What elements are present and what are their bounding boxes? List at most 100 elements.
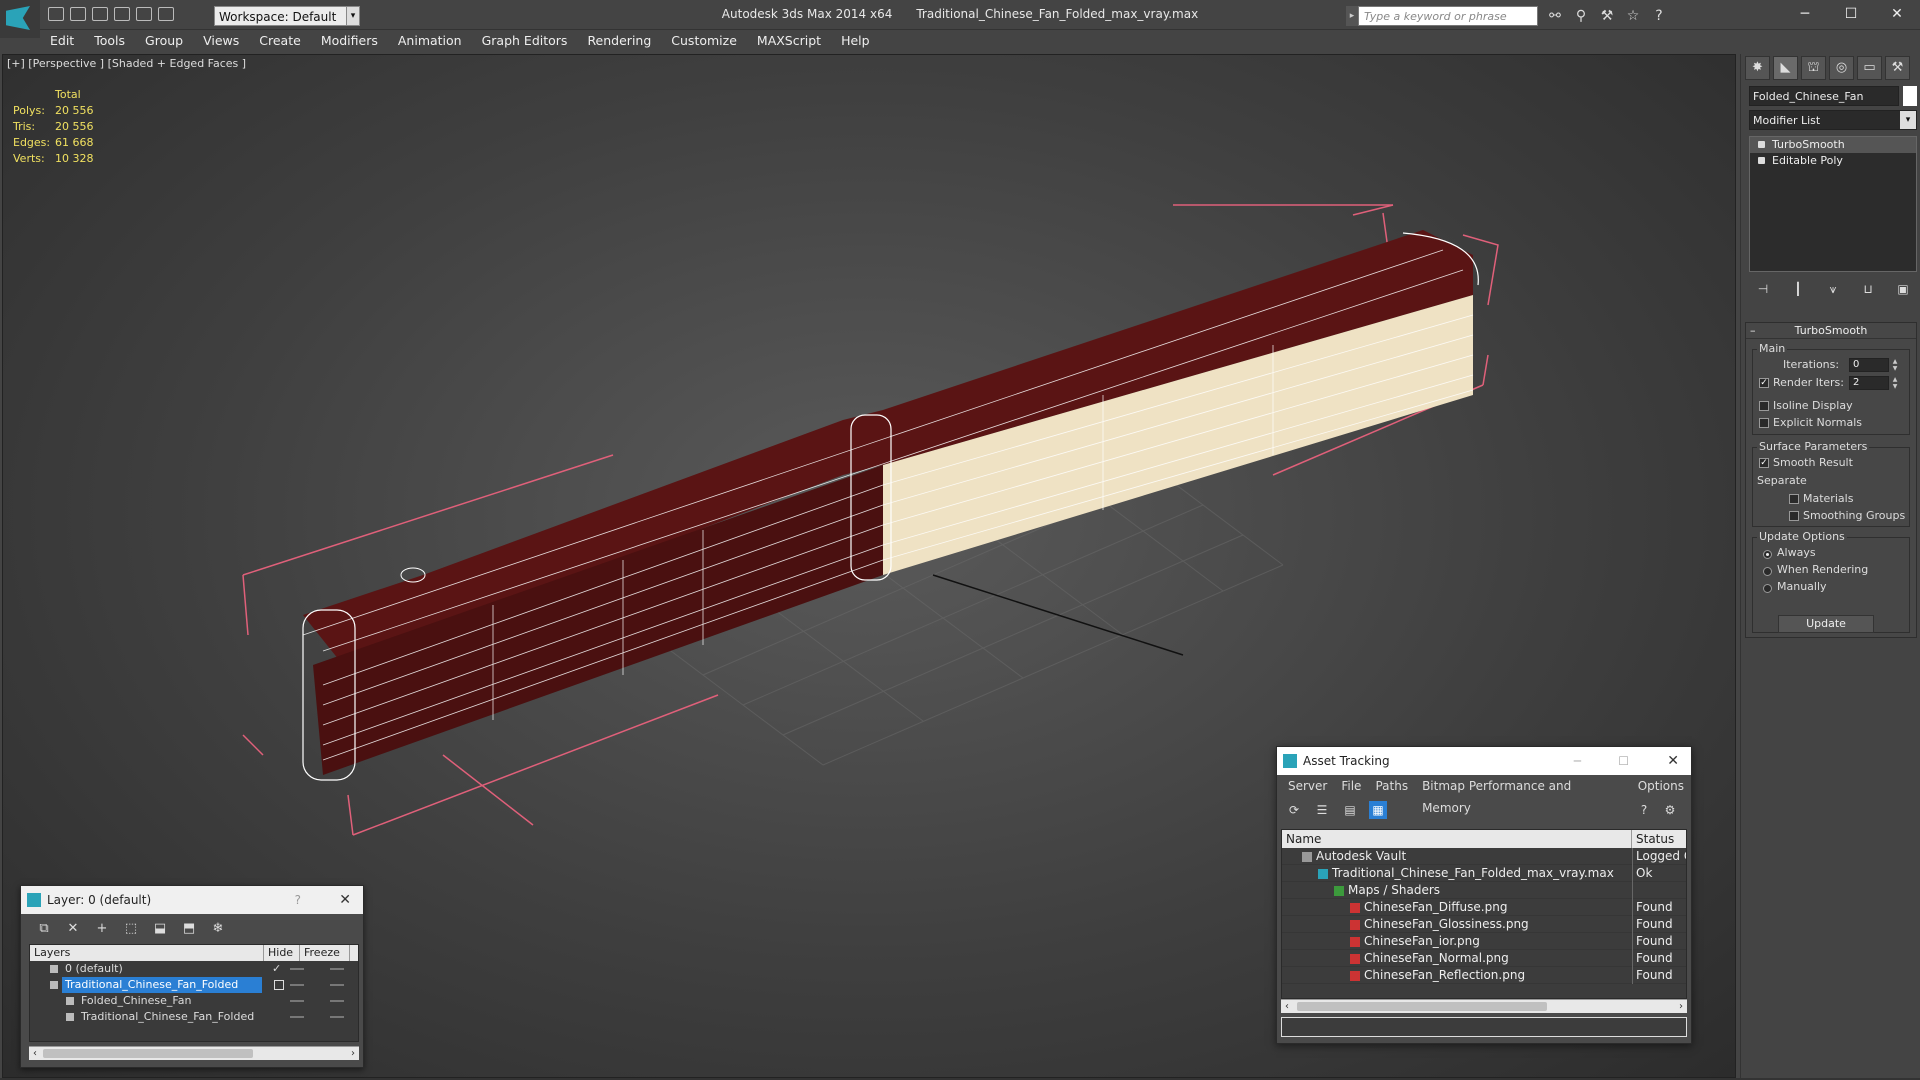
always-radio[interactable] — [1763, 550, 1772, 559]
menu-tools[interactable]: Tools — [84, 30, 135, 52]
favorites-star-icon[interactable]: ☆ — [1624, 8, 1642, 24]
manually-radio[interactable] — [1763, 584, 1772, 593]
modifier-list-dropdown[interactable]: Modifier List ▾ — [1749, 110, 1917, 130]
display-tab-icon[interactable]: ▭ — [1857, 56, 1882, 80]
close-button[interactable]: ✕ — [1874, 0, 1920, 30]
object-color-swatch[interactable] — [1903, 86, 1917, 106]
hide-toggle[interactable] — [290, 984, 304, 986]
explicit-normals-checkbox[interactable] — [1759, 418, 1769, 428]
hide-toggle[interactable] — [290, 1016, 304, 1018]
spinner-arrows-icon[interactable]: ▲ ▼ — [1891, 358, 1899, 372]
asset-horizontal-scrollbar[interactable]: ‹ › — [1281, 999, 1687, 1013]
viewport-label[interactable]: [+] [Perspective ] [Shaded + Edged Faces… — [7, 57, 246, 70]
asset-row[interactable]: ChineseFan_Glossiness.png Found — [1282, 916, 1686, 933]
menu-rendering[interactable]: Rendering — [577, 30, 661, 52]
create-layer-icon[interactable]: ⧉ — [35, 920, 53, 938]
menu-group[interactable]: Group — [135, 30, 193, 52]
menu-create[interactable]: Create — [249, 30, 311, 52]
freeze-toggle[interactable] — [330, 968, 344, 970]
asset-row[interactable]: Traditional_Chinese_Fan_Folded_max_vray.… — [1282, 865, 1686, 882]
configure-sets-icon[interactable]: ▣ — [1893, 280, 1913, 298]
lightbulb-icon[interactable] — [1758, 141, 1765, 148]
delete-layer-icon[interactable]: ✕ — [64, 920, 82, 938]
layer-dialog-title-bar[interactable]: Layer: 0 (default) ? ✕ — [21, 886, 363, 914]
asset-row[interactable]: Maps / Shaders — [1282, 882, 1686, 899]
spinner-arrows-icon[interactable]: ▲ ▼ — [1891, 376, 1899, 390]
smooth-result-checkbox[interactable]: ✓ — [1759, 458, 1769, 468]
menu-views[interactable]: Views — [193, 30, 249, 52]
layer-row[interactable]: Traditional_Chinese_Fan_Folded — [30, 977, 358, 993]
column-name[interactable]: Name — [1282, 830, 1632, 848]
utilities-tab-icon[interactable]: ⚒ — [1885, 56, 1910, 80]
render-iters-spinner[interactable]: 2 — [1849, 376, 1889, 390]
asset-row[interactable]: ChineseFan_Diffuse.png Found — [1282, 899, 1686, 916]
layer-horizontal-scrollbar[interactable]: ‹ › — [29, 1046, 359, 1060]
scroll-left-icon[interactable]: ‹ — [1281, 1000, 1293, 1014]
hide-toggle[interactable] — [290, 968, 304, 970]
maximize-icon[interactable]: ☐ — [1618, 747, 1629, 775]
scroll-thumb[interactable] — [43, 1049, 253, 1058]
when-rendering-radio[interactable] — [1763, 567, 1772, 576]
set-current-layer-box[interactable] — [274, 980, 284, 990]
maximize-button[interactable]: ☐ — [1828, 0, 1874, 30]
search-expand-button[interactable]: ▸ — [1346, 6, 1358, 26]
materials-checkbox[interactable] — [1789, 494, 1799, 504]
settings-icon[interactable]: ⚙ — [1661, 801, 1679, 819]
asset-tracking-title-bar[interactable]: Asset Tracking ─ ☐ ✕ — [1277, 747, 1691, 775]
menu-file[interactable]: File — [1334, 775, 1368, 797]
layer-row[interactable]: Folded_Chinese_Fan — [30, 993, 358, 1009]
binoculars-icon[interactable]: ⚯ — [1546, 8, 1564, 24]
help-icon[interactable]: ? — [1650, 8, 1668, 24]
scroll-right-icon[interactable]: › — [347, 1047, 359, 1061]
close-icon[interactable]: ✕ — [339, 886, 351, 914]
active-layer-check-icon[interactable]: ✓ — [272, 961, 281, 977]
motion-tab-icon[interactable]: ◎ — [1829, 56, 1854, 80]
stack-item-turbosmooth[interactable]: TurboSmooth — [1750, 137, 1916, 153]
rollout-title[interactable]: – TurboSmooth — [1746, 323, 1916, 339]
pin-stack-icon[interactable]: ⊣ — [1753, 280, 1773, 298]
iterations-spinner[interactable]: 0 — [1849, 358, 1889, 372]
column-hide[interactable]: Hide — [264, 945, 300, 961]
table-view-icon[interactable]: ▦ — [1369, 801, 1387, 819]
freeze-all-icon[interactable]: ❄ — [209, 920, 227, 938]
list-view-icon[interactable]: ☰ — [1313, 801, 1331, 819]
menu-edit[interactable]: Edit — [40, 30, 84, 52]
menu-paths[interactable]: Paths — [1368, 775, 1415, 797]
menu-maxscript[interactable]: MAXScript — [747, 30, 831, 52]
menu-server[interactable]: Server — [1281, 775, 1334, 797]
remove-modifier-icon[interactable]: ⊔ — [1858, 280, 1878, 298]
menu-help[interactable]: Help — [831, 30, 880, 52]
refresh-icon[interactable]: ⟳ — [1285, 801, 1303, 819]
freeze-toggle[interactable] — [330, 1000, 344, 1002]
minimize-icon[interactable]: ─ — [1574, 747, 1581, 775]
expand-icon[interactable] — [1758, 157, 1765, 164]
thumbnail-view-icon[interactable]: ▤ — [1341, 801, 1359, 819]
hide-all-icon[interactable]: ⬒ — [180, 920, 198, 938]
help-icon[interactable]: ? — [1635, 801, 1653, 819]
menu-bitmap-performance[interactable]: Bitmap Performance and Memory — [1415, 775, 1631, 815]
scroll-left-icon[interactable]: ‹ — [29, 1047, 41, 1061]
asset-row[interactable]: ChineseFan_ior.png Found — [1282, 933, 1686, 950]
scroll-thumb[interactable] — [1297, 1002, 1547, 1011]
asset-status-field[interactable] — [1281, 1017, 1687, 1037]
help-icon[interactable]: ? — [295, 886, 301, 914]
modify-tab-icon[interactable]: ◣ — [1773, 56, 1798, 80]
menu-graph-editors[interactable]: Graph Editors — [472, 30, 578, 52]
hide-toggle[interactable] — [290, 1000, 304, 1002]
stack-item-editable-poly[interactable]: Editable Poly — [1750, 153, 1916, 169]
subscription-icon[interactable]: ⚲ — [1572, 8, 1590, 24]
menu-modifiers[interactable]: Modifiers — [311, 30, 388, 52]
show-end-result-icon[interactable]: ┃ — [1788, 280, 1808, 298]
hierarchy-tab-icon[interactable]: ⛫ — [1801, 56, 1826, 80]
menu-animation[interactable]: Animation — [388, 30, 472, 52]
scroll-right-icon[interactable]: › — [1675, 1000, 1687, 1014]
select-objects-icon[interactable]: ⬚ — [122, 920, 140, 938]
isoline-display-checkbox[interactable] — [1759, 401, 1769, 411]
make-unique-icon[interactable]: ⩛ — [1823, 280, 1843, 298]
create-tab-icon[interactable]: ✸ — [1745, 56, 1770, 80]
column-layers[interactable]: Layers — [30, 945, 264, 961]
asset-row[interactable]: ChineseFan_Normal.png Found — [1282, 950, 1686, 967]
add-to-layer-icon[interactable]: + — [93, 920, 111, 938]
layer-row[interactable]: 0 (default) ✓ — [30, 961, 358, 977]
highlight-layer-icon[interactable]: ⬓ — [151, 920, 169, 938]
